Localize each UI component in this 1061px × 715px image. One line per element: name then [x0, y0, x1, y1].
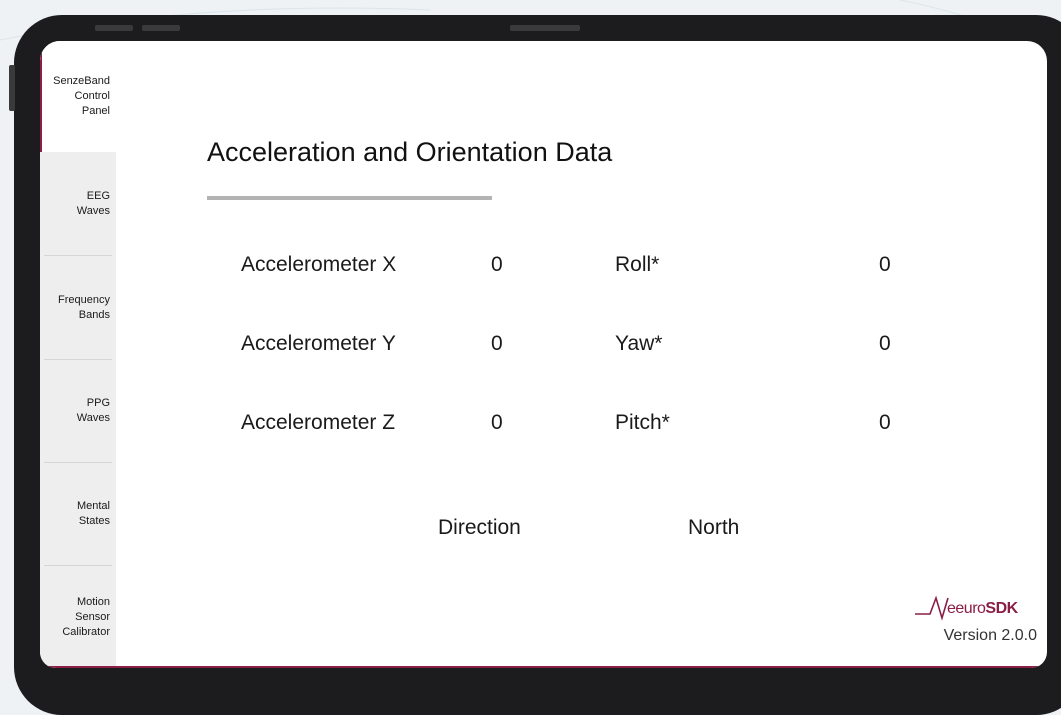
- direction-value: North: [688, 516, 740, 539]
- direction-label: Direction: [438, 516, 521, 539]
- page-title: Acceleration and Orientation Data: [207, 137, 613, 167]
- yaw-label: Yaw*: [615, 332, 663, 355]
- accelerometer-y-label: Accelerometer Y: [241, 332, 396, 355]
- tablet-button: [95, 25, 133, 31]
- yaw-value: 0: [879, 332, 891, 355]
- neurosdk-logo: eeuroSDK: [914, 588, 1040, 622]
- title-underline: [207, 196, 492, 200]
- sidebar-item-label: SenzeBand Control Panel: [53, 75, 110, 117]
- sidebar-item-frequency-bands[interactable]: Frequency Bands: [40, 256, 116, 359]
- pitch-value: 0: [879, 411, 891, 434]
- sidebar-item-label: Motion Sensor Calibrator: [62, 595, 110, 638]
- sidebar-item-control-panel[interactable]: SenzeBand Control Panel: [40, 41, 116, 152]
- accelerometer-y-value: 0: [491, 332, 503, 355]
- sidebar-item-ppg-waves[interactable]: PPG Waves: [40, 360, 116, 462]
- logo-text: eeuro: [947, 600, 986, 617]
- accelerometer-x-value: 0: [491, 253, 503, 276]
- accelerometer-x-label: Accelerometer X: [241, 253, 397, 276]
- app-screen: SenzeBand Control Panel EEG Waves Freque…: [40, 41, 1047, 668]
- tablet-power-button: [510, 25, 580, 31]
- pitch-label: Pitch*: [615, 411, 670, 434]
- bottom-accent-line: [40, 666, 1047, 668]
- tablet-side-button: [9, 65, 15, 111]
- sidebar-item-label: Frequency Bands: [58, 293, 110, 321]
- version-label: Version 2.0.0: [943, 627, 1037, 644]
- sidebar-item-motion-sensor-calibrator[interactable]: Motion Sensor Calibrator: [40, 566, 116, 668]
- sidebar-item-label: EEG Waves: [76, 189, 110, 217]
- sidebar-item-mental-states[interactable]: Mental States: [40, 463, 116, 565]
- logo-text-bold: SDK: [985, 600, 1018, 617]
- accelerometer-z-label: Accelerometer Z: [241, 411, 396, 434]
- roll-value: 0: [879, 253, 891, 276]
- accelerometer-z-value: 0: [491, 411, 503, 434]
- sidebar-item-label: Mental States: [76, 500, 110, 527]
- sidebar-item-label: PPG Waves: [76, 397, 110, 424]
- roll-label: Roll*: [615, 253, 660, 276]
- sidebar-item-eeg-waves[interactable]: EEG Waves: [40, 152, 116, 255]
- tablet-button: [142, 25, 180, 31]
- sidebar: SenzeBand Control Panel EEG Waves Freque…: [40, 41, 116, 668]
